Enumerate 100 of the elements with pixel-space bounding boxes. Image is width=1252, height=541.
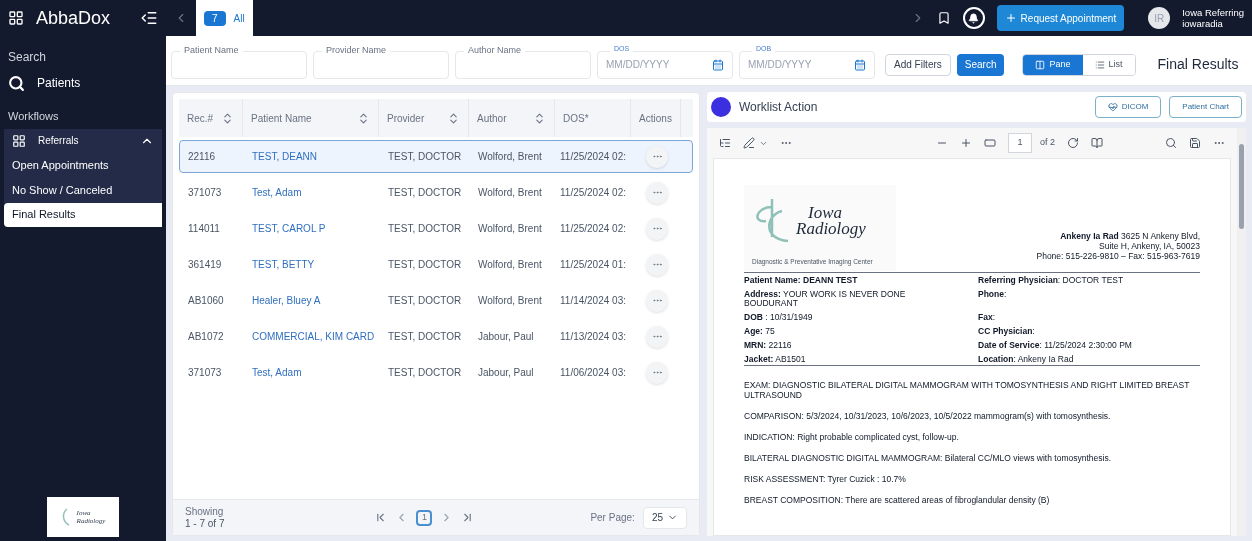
page-input[interactable]: 1 bbox=[1008, 133, 1032, 153]
sidebar-group[interactable]: Referrals bbox=[4, 128, 162, 153]
outline-icon[interactable] bbox=[719, 137, 731, 149]
column-header[interactable]: Provider bbox=[379, 99, 469, 137]
user-name: Iowa Referring bbox=[1182, 7, 1244, 18]
per-page-select[interactable]: 25 bbox=[642, 506, 687, 529]
sidebar-item[interactable]: Open Appointments bbox=[4, 152, 162, 178]
sort-icon[interactable] bbox=[221, 111, 234, 125]
patient-field: Referring Physician: DOCTOR TEST bbox=[978, 276, 1132, 285]
search-button[interactable]: Search bbox=[956, 53, 1005, 76]
patient-link[interactable]: TEST, CAROL P bbox=[244, 221, 380, 236]
patient-link[interactable]: COMMERCIAL, KIM CARD bbox=[244, 329, 380, 344]
table-cell-text: TEST, DOCTOR bbox=[387, 258, 463, 272]
count-badge: 7 bbox=[204, 10, 226, 26]
dicom-button[interactable]: DICOM bbox=[1094, 96, 1162, 118]
table-cell-text: Jabour, Paul bbox=[477, 330, 535, 344]
report-paragraph: BILATERAL DIAGNOSTIC DIGITAL MAMMOGRAM: Bilateral CC/MLO views with tomosynthesis. bbox=[744, 453, 1112, 463]
column-header[interactable]: Rec.# bbox=[179, 99, 243, 137]
table-row[interactable]: 22116 TEST, DEANN TEST, DOCTOR Wolford, Brent 11/25/2024 02: bbox=[179, 140, 693, 173]
table-cell-text: 371073 bbox=[187, 366, 223, 380]
patient-field: Patient Name: DEANN TEST bbox=[744, 276, 978, 285]
column-header[interactable]: Patient Name bbox=[243, 99, 379, 137]
plus-icon bbox=[1004, 12, 1017, 24]
patient-link[interactable]: Test, Adam bbox=[244, 185, 380, 200]
app-logo: AbbaDox bbox=[36, 6, 111, 30]
bell-icon bbox=[968, 12, 980, 24]
report-paragraph: EXAM: DIAGNOSTIC BILATERAL DIGITAL MAMMOGRAM WITH TOMOSYNTHESIS AND RIGHT LIMITED BREAST ULTRASOUND bbox=[744, 380, 1191, 400]
table-cell-text: Wolford, Brent bbox=[477, 222, 543, 236]
page-view-icon[interactable] bbox=[1091, 137, 1103, 149]
table-cell-text: Wolford, Brent bbox=[477, 186, 543, 200]
showing-label: Showing bbox=[185, 505, 225, 518]
sort-icon[interactable] bbox=[357, 111, 370, 125]
table-cell-text: 11/13/2024 03: bbox=[559, 330, 627, 344]
patient-field: Date of Service: 11/25/2024 2:30:00 PM bbox=[978, 341, 1132, 350]
rotate-icon[interactable] bbox=[1067, 137, 1079, 149]
table-cell-text: 11/25/2024 02: bbox=[559, 150, 627, 164]
table-cell-text: 114011 bbox=[187, 222, 221, 236]
save-icon[interactable] bbox=[1189, 137, 1201, 149]
column-header[interactable]: Actions bbox=[631, 99, 681, 137]
per-page-label: Per Page: bbox=[590, 511, 635, 525]
table-cell-text: Jabour, Paul bbox=[477, 366, 535, 380]
patient-field: Age: 75 bbox=[744, 327, 978, 336]
patient-field: Jacket: AB1501 bbox=[744, 355, 978, 364]
section-heading: Search bbox=[7, 49, 48, 66]
table-row[interactable]: 371073 Test, Adam TEST, DOCTOR Jabour, Paul 11/06/2024 03: bbox=[179, 356, 693, 389]
tab[interactable]: 7 All bbox=[196, 0, 253, 36]
list-icon bbox=[1094, 59, 1105, 70]
search-icon[interactable] bbox=[1165, 137, 1177, 149]
column-header[interactable]: DOS* bbox=[555, 99, 631, 137]
patient-link[interactable]: Test, Adam bbox=[244, 365, 380, 380]
table-cell-text: Wolford, Brent bbox=[477, 294, 543, 308]
table-cell-text: TEST, DOCTOR bbox=[387, 294, 463, 308]
column-header[interactable]: Author bbox=[469, 99, 555, 137]
sidebar-item[interactable]: Final Results bbox=[4, 202, 162, 227]
table-row[interactable]: 361419 TEST, BETTY TEST, DOCTOR Wolford, Brent 11/25/2024 01: bbox=[179, 248, 693, 281]
table-cell-text: Wolford, Brent bbox=[477, 258, 543, 272]
logo-text: Iowa bbox=[808, 205, 843, 221]
patient-field: DOB : 10/31/1949 bbox=[744, 313, 978, 322]
address-line: Ankeny Ia Rad 3625 N Ankeny Blvd, bbox=[1060, 231, 1200, 241]
sidebar-item[interactable]: Patients bbox=[0, 66, 166, 100]
table-cell-text: 22116 bbox=[187, 150, 217, 164]
scrollbar[interactable] bbox=[1237, 128, 1246, 536]
patient-chart-button[interactable]: Patient Chart bbox=[1169, 96, 1242, 118]
showing-range: 1 - 7 of 7 bbox=[185, 517, 225, 530]
table-cell-text: 11/25/2024 01: bbox=[559, 258, 627, 272]
section-heading: Workflows bbox=[7, 109, 60, 124]
table-cell-text: TEST, DOCTOR bbox=[387, 150, 463, 164]
table-row[interactable]: 114011 TEST, CAROL P TEST, DOCTOR Wolford, Brent 11/25/2024 02: bbox=[179, 212, 693, 245]
draw-icon[interactable] bbox=[743, 137, 755, 149]
heart-icon bbox=[1107, 102, 1118, 112]
patient-field: MRN: 22116 bbox=[744, 341, 978, 350]
patient-link[interactable]: TEST, BETTY bbox=[244, 257, 380, 272]
patient-link[interactable]: Healer, Bluey A bbox=[244, 293, 380, 308]
table-cell-text: 11/14/2024 03: bbox=[559, 294, 627, 308]
zoom-in-icon[interactable] bbox=[960, 137, 972, 149]
request-appointment-button[interactable]: Request Appointment bbox=[996, 5, 1125, 31]
patient-link[interactable]: TEST, DEANN bbox=[244, 149, 380, 164]
table-cell-text: TEST, DOCTOR bbox=[387, 330, 463, 344]
table-row[interactable]: 371073 Test, Adam TEST, DOCTOR Wolford, Brent 11/25/2024 02: bbox=[179, 176, 693, 209]
apps-icon[interactable] bbox=[8, 10, 24, 26]
sort-icon[interactable] bbox=[447, 111, 460, 125]
bookmark-icon[interactable] bbox=[936, 11, 951, 25]
report-paragraph: RISK ASSESSMENT: Tyrer Cuzick : 10.7% bbox=[744, 474, 907, 484]
table-cell-text: 11/06/2024 03: bbox=[559, 366, 627, 380]
add-filters-button[interactable]: Add Filters bbox=[885, 53, 951, 76]
table-row[interactable]: AB1060 Healer, Bluey A TEST, DOCTOR Wolford, Brent 11/14/2024 03: bbox=[179, 284, 693, 317]
view-toggle[interactable]: Pane bbox=[1023, 54, 1083, 75]
table-cell-text: Wolford, Brent bbox=[477, 150, 543, 164]
fit-page-icon[interactable] bbox=[984, 137, 996, 149]
notification-button[interactable] bbox=[962, 7, 985, 29]
page-number[interactable]: 1 bbox=[416, 509, 433, 526]
collapse-menu-icon[interactable] bbox=[140, 9, 158, 27]
table-row[interactable]: AB1072 COMMERCIAL, KIM CARD TEST, DOCTOR Jabour, Paul 11/13/2024 03: bbox=[179, 320, 693, 353]
sort-icon[interactable] bbox=[533, 111, 546, 125]
sidebar-item[interactable]: No Show / Canceled bbox=[4, 177, 162, 203]
table-cell-text: TEST, DOCTOR bbox=[387, 222, 463, 236]
address-line: Suite H, Ankeny, IA, 50023 bbox=[1099, 241, 1200, 251]
search-icon bbox=[8, 74, 25, 92]
table-cell-text: AB1072 bbox=[187, 330, 225, 344]
worklist-title: Worklist Action bbox=[739, 99, 818, 116]
